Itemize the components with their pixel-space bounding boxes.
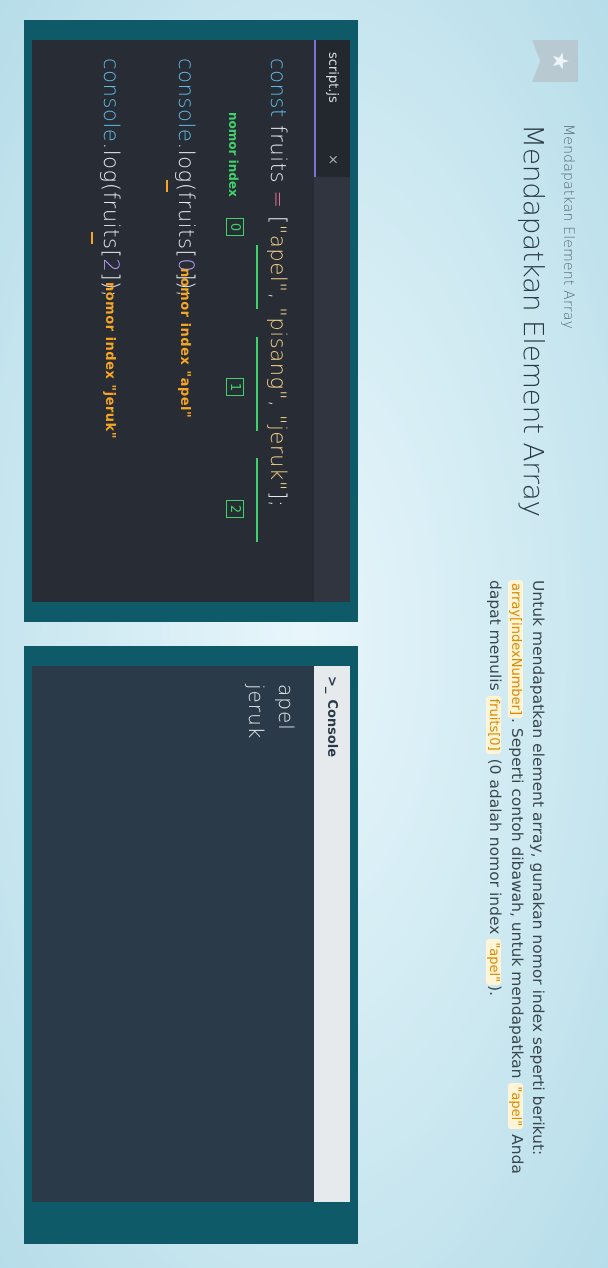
code-method: .log(fruits[ [174,142,198,259]
console-line: jeruk [244,684,268,740]
code-line-3: console.log(fruits[2]); [99,58,123,298]
lesson-description: Untuk mendapatkan element array, gunakan… [483,580,548,1220]
string-underline [256,458,258,542]
inline-code: "apel" [508,1083,523,1130]
description-text: ). [486,985,504,997]
code-keyword: const [266,58,290,118]
code-line-2: console.log(fruits[0]); [174,58,198,298]
index-box: 1 [226,378,244,396]
code-operator: = [266,190,290,209]
console-output-area [32,666,350,1202]
bookmark-star-icon[interactable]: ★ [532,40,578,82]
index-underline [166,180,168,192]
code-object: console [99,58,123,143]
breadcrumb: Mendapatkan Element Array [560,124,576,330]
page-title: Mendapatkan Element Array [517,124,550,517]
string-underline [256,245,258,309]
code-punct: [ [266,208,290,225]
console-title: Console [324,699,340,758]
terminal-icon: >_ [324,676,340,694]
index-underline [91,232,93,244]
code-punct: , [266,400,290,415]
index-box: 2 [226,500,244,518]
inline-code: array[indexNumber] [508,580,523,719]
code-punct: , [266,292,290,308]
code-string: "jeruk" [266,414,290,492]
code-line-1: const fruits = ["apel", "pisang", "jeruk… [266,58,290,508]
inline-code: "apel" [486,939,501,986]
console-header: >_ Console [314,666,350,1202]
console-line: apel [274,684,298,731]
description-text: . Seperti contoh dibawah, untuk mendapat… [508,718,526,1084]
string-underline [256,337,258,431]
close-icon[interactable]: × [326,154,341,165]
inline-code: fruits[0] [486,695,501,754]
description-text: Untuk mendapatkan element array, gunakan… [529,580,547,1156]
index-label: nomor index [226,112,240,197]
description-text: (0 adalah nomor index [486,753,504,940]
annotation-jeruk: nomor index "jeruk" [102,282,117,439]
code-punct: ]; [266,491,290,508]
code-method: .log(fruits[ [99,142,123,259]
code-identifier: fruits [266,117,290,191]
tab-label: script.js [325,52,341,103]
code-number: 2 [99,258,123,273]
tab-script-js[interactable]: script.js × [314,40,350,177]
code-string: "pisang" [266,307,290,401]
annotation-apel: nomor index "apel" [177,268,192,419]
lesson-stage: ★ Mendapatkan Element Array Mendapatkan … [0,0,608,1268]
code-string: "apel" [266,224,290,293]
editor-tab-bar: script.js × [314,40,350,602]
code-object: console [174,58,198,143]
index-box: 0 [226,218,244,236]
